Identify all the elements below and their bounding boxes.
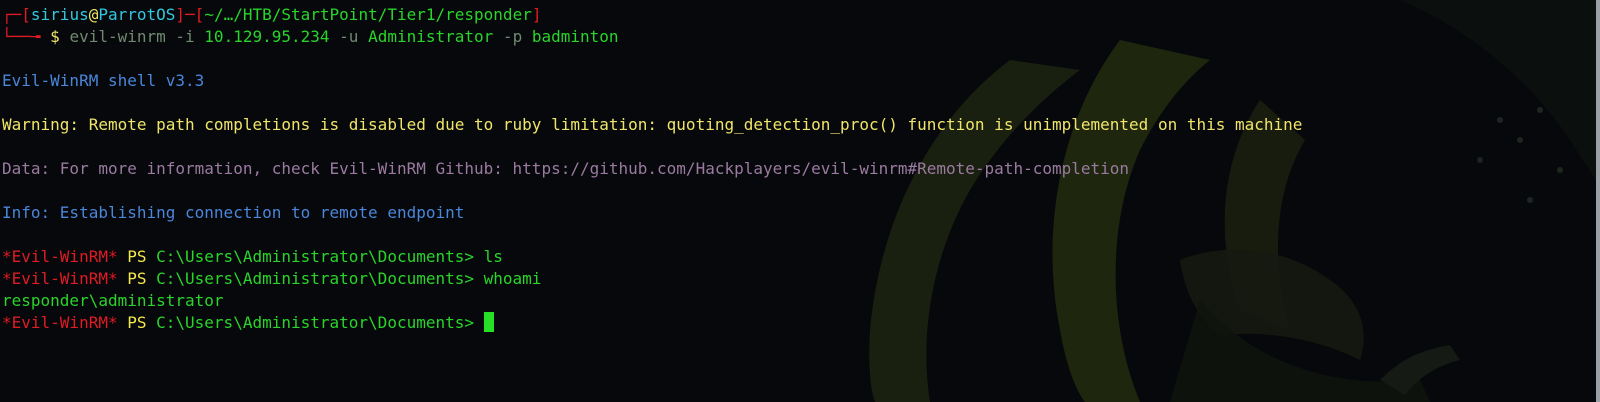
- command-program: evil-winrm: [69, 27, 166, 46]
- prompt-separator: ]─[: [175, 5, 205, 24]
- whoami-result: responder\administrator: [2, 291, 224, 310]
- shell-command-line: └──╼ $ evil-winrm -i 10.129.95.234 -u Ad…: [2, 26, 1302, 48]
- ps-path: C:\Users\Administrator\Documents>: [156, 247, 484, 266]
- command-flag-p: -p: [493, 27, 532, 46]
- command-flag-u: -u: [329, 27, 369, 46]
- ps-prompt-line-whoami: *Evil-WinRM* PS C:\Users\Administrator\D…: [2, 268, 1302, 290]
- warning-line: Warning: Remote path completions is disa…: [2, 115, 1303, 134]
- command-password: badminton: [531, 27, 619, 46]
- terminal-output: ┌─[sirius@ParrotOS]─[~/…/HTB/StartPoint/…: [2, 4, 1302, 334]
- ps-label: PS: [117, 269, 157, 288]
- prompt-bracket-open: ┌─[: [2, 5, 31, 24]
- scrollbar[interactable]: [1596, 0, 1600, 402]
- ps-command-whoami: whoami: [483, 269, 542, 288]
- ps-prompt-line-active[interactable]: *Evil-WinRM* PS C:\Users\Administrator\D…: [2, 312, 1302, 334]
- ps-label: PS: [117, 247, 157, 266]
- ps-path: C:\Users\Administrator\Documents>: [156, 313, 484, 332]
- prompt-dollar: $: [50, 27, 70, 46]
- ps-label: PS: [117, 313, 157, 332]
- command-user: Administrator: [368, 27, 494, 46]
- shell-version-line: Evil-WinRM shell v3.3: [2, 71, 205, 90]
- prompt-user: sirius: [30, 5, 89, 24]
- prompt-bracket-close: ]: [531, 5, 542, 24]
- ps-path: C:\Users\Administrator\Documents>: [156, 269, 484, 288]
- terminal-window[interactable]: ┌─[sirius@ParrotOS]─[~/…/HTB/StartPoint/…: [0, 0, 1600, 402]
- ps-tag: *Evil-WinRM*: [2, 313, 118, 332]
- prompt-corner: └──╼: [2, 27, 51, 46]
- ps-tag: *Evil-WinRM*: [2, 269, 118, 288]
- command-flag-i: -i: [165, 27, 205, 46]
- shell-prompt-line1: ┌─[sirius@ParrotOS]─[~/…/HTB/StartPoint/…: [2, 4, 1302, 26]
- prompt-host: ParrotOS: [98, 5, 176, 24]
- ps-prompt-line-ls: *Evil-WinRM* PS C:\Users\Administrator\D…: [2, 246, 1302, 268]
- command-ip: 10.129.95.234: [204, 27, 330, 46]
- data-line: Data: For more information, check Evil-W…: [2, 159, 1130, 178]
- ps-command-ls: ls: [483, 247, 503, 266]
- ps-tag: *Evil-WinRM*: [2, 247, 118, 266]
- info-line: Info: Establishing connection to remote …: [2, 203, 465, 222]
- prompt-path: ~/…/HTB/StartPoint/Tier1/responder: [204, 5, 532, 24]
- prompt-at: @: [88, 5, 99, 24]
- text-cursor[interactable]: [483, 312, 494, 332]
